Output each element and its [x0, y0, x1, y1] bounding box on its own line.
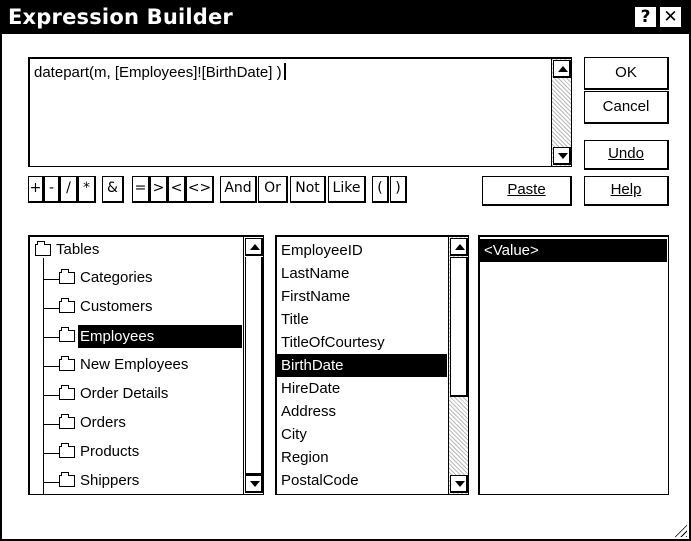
tree-item-order-details[interactable]: Order Details: [78, 382, 170, 405]
field-item[interactable]: City: [279, 423, 307, 446]
fields-list[interactable]: EmployeeID LastName FirstName Title Titl…: [275, 235, 469, 495]
operator-multiply-button[interactable]: *: [78, 176, 96, 203]
values-list[interactable]: <Value>: [478, 235, 669, 495]
tree-connector-line: [43, 258, 44, 494]
folder-icon: [59, 414, 75, 429]
folder-icon: [59, 269, 75, 284]
field-item[interactable]: HireDate: [279, 377, 340, 400]
scrollbar-track[interactable]: [245, 257, 263, 475]
field-item[interactable]: Title: [279, 308, 309, 331]
operator-or-button[interactable]: Or: [258, 176, 288, 203]
operator-greater-button[interactable]: >: [150, 176, 168, 203]
field-item[interactable]: Region: [279, 446, 329, 469]
operator-equals-button[interactable]: =: [132, 176, 150, 203]
field-item[interactable]: PostalCode: [279, 469, 359, 492]
tree-item-employees[interactable]: Employees: [78, 325, 242, 348]
tree-scrollbar[interactable]: [243, 237, 263, 494]
expression-textbox[interactable]: datepart(m, [Employees]![BirthDate] ): [28, 57, 572, 167]
scroll-down-arrow-icon[interactable]: [450, 475, 468, 493]
field-item-selected[interactable]: BirthDate: [277, 354, 447, 377]
object-tree-list[interactable]: Tables Categories Customers Employees Ne…: [28, 235, 264, 495]
ok-button[interactable]: OK: [584, 57, 669, 90]
field-item[interactable]: FirstName: [279, 285, 350, 308]
tree-item-orders[interactable]: Orders: [78, 411, 128, 434]
tree-item-products[interactable]: Products: [78, 440, 141, 463]
folder-icon: [59, 472, 75, 487]
open-folder-icon: [59, 327, 75, 342]
scrollbar-thumb[interactable]: [450, 257, 468, 397]
scroll-down-arrow-icon[interactable]: [245, 475, 263, 493]
operator-close-paren-button[interactable]: ): [390, 176, 407, 203]
paste-button[interactable]: Paste: [482, 176, 572, 206]
field-item[interactable]: EmployeeID: [279, 239, 363, 262]
field-item[interactable]: Address: [279, 400, 336, 423]
scroll-down-arrow-icon[interactable]: [553, 147, 571, 165]
help-title-button[interactable]: ?: [634, 6, 657, 28]
window-title: Expression Builder: [8, 5, 233, 29]
operator-divide-button[interactable]: /: [60, 176, 78, 203]
field-item[interactable]: LastName: [279, 262, 349, 285]
value-item-selected[interactable]: <Value>: [480, 239, 667, 262]
expression-builder-dialog: Expression Builder ? ✕ datepart(m, [Empl…: [0, 0, 691, 541]
scroll-up-arrow-icon[interactable]: [553, 60, 571, 78]
operator-not-equal-button[interactable]: <>: [186, 176, 214, 203]
folder-icon: [59, 385, 75, 400]
scroll-up-arrow-icon[interactable]: [450, 238, 468, 256]
tree-item-shippers[interactable]: Shippers: [78, 469, 141, 492]
resize-grip-icon[interactable]: [673, 523, 687, 537]
expression-text: datepart(m, [Employees]![BirthDate] ): [34, 64, 282, 81]
close-title-button[interactable]: ✕: [659, 6, 682, 28]
undo-button[interactable]: Undo: [584, 140, 669, 170]
folder-icon: [59, 298, 75, 313]
folder-icon: [59, 356, 75, 371]
scroll-up-arrow-icon[interactable]: [245, 238, 263, 256]
field-item[interactable]: TitleOfCourtesy: [279, 331, 385, 354]
operator-like-button[interactable]: Like: [328, 176, 366, 203]
expression-scrollbar[interactable]: [551, 59, 571, 166]
tree-root-tables[interactable]: Tables: [54, 238, 101, 261]
operator-not-button[interactable]: Not: [290, 176, 326, 203]
tree-item-categories[interactable]: Categories: [78, 266, 155, 289]
fields-scrollbar[interactable]: [448, 237, 468, 494]
operator-plus-button[interactable]: +: [28, 176, 44, 203]
text-caret: [283, 63, 286, 80]
open-folder-icon: [35, 241, 51, 256]
operator-minus-button[interactable]: -: [44, 176, 60, 203]
cancel-button[interactable]: Cancel: [584, 91, 669, 124]
operator-less-button[interactable]: <: [168, 176, 186, 203]
title-bar[interactable]: Expression Builder ? ✕: [2, 2, 689, 34]
operator-and-button[interactable]: And: [220, 176, 257, 203]
folder-icon: [59, 443, 75, 458]
operator-ampersand-button[interactable]: &: [102, 176, 124, 203]
operator-open-paren-button[interactable]: (: [372, 176, 389, 203]
tree-item-customers[interactable]: Customers: [78, 295, 155, 318]
tree-item-new-employees[interactable]: New Employees: [78, 353, 190, 376]
help-button[interactable]: Help: [584, 176, 669, 206]
